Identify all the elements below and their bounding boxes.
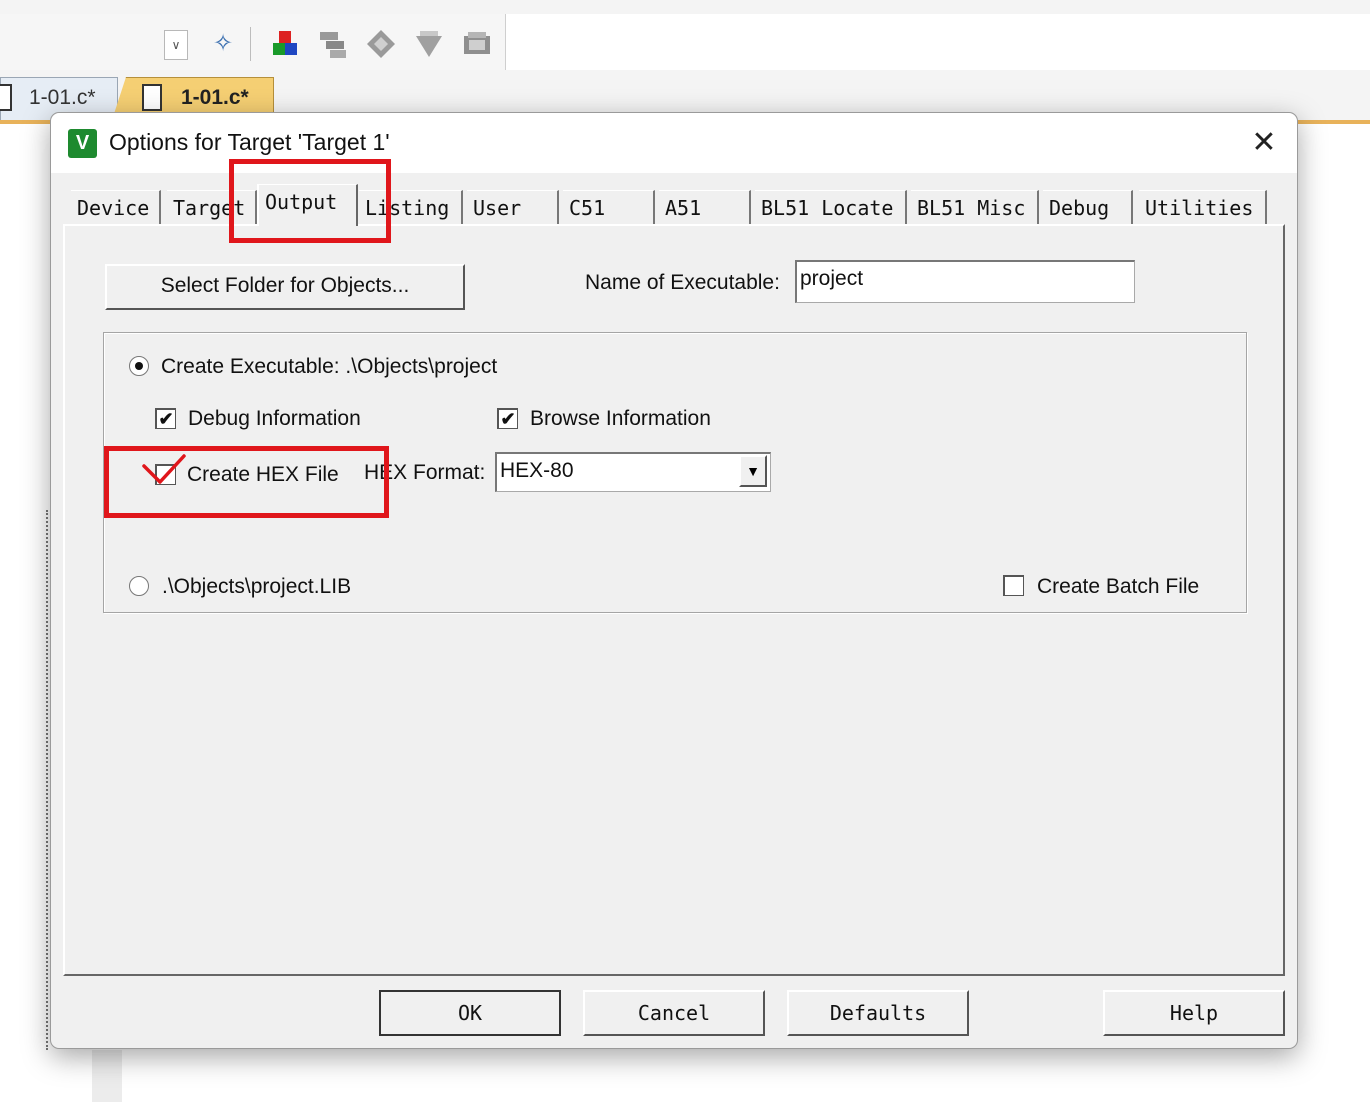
close-button[interactable]: ✕ bbox=[1239, 123, 1289, 163]
browse-information-checkbox[interactable]: ✔ bbox=[497, 408, 518, 429]
tab-a51[interactable]: A51 bbox=[659, 190, 751, 224]
tab-c51[interactable]: C51 bbox=[563, 190, 655, 224]
toolbar-separator bbox=[250, 27, 251, 61]
ok-button[interactable]: OK bbox=[379, 990, 561, 1036]
tab-bl51-misc[interactable]: BL51 Misc bbox=[911, 190, 1039, 224]
file-icon bbox=[0, 84, 12, 111]
radio-selected-dot bbox=[135, 362, 143, 370]
create-library-label: .\Objects\project.LIB bbox=[162, 575, 352, 598]
options-dialog: V Options for Target 'Target 1' ✕ Device… bbox=[50, 112, 1298, 1049]
tab-output[interactable]: Output bbox=[257, 184, 358, 226]
help-button[interactable]: Help bbox=[1103, 990, 1285, 1036]
batch-build-icon[interactable] bbox=[316, 27, 350, 61]
create-batch-file-label: Create Batch File bbox=[1037, 575, 1200, 598]
browse-information-label: Browse Information bbox=[530, 407, 711, 430]
file-icon bbox=[142, 84, 162, 111]
tab-bl51-locate[interactable]: BL51 Locate bbox=[755, 190, 907, 224]
create-executable-label: Create Executable: .\Objects\project bbox=[161, 355, 498, 378]
rebuild-icon[interactable] bbox=[268, 27, 302, 61]
name-of-executable-input[interactable]: project bbox=[795, 260, 1135, 303]
editor-shade bbox=[92, 1050, 122, 1102]
ide-menu-strip bbox=[0, 0, 1370, 15]
wand-icon[interactable]: ✧ bbox=[206, 27, 240, 61]
pack-icon[interactable] bbox=[460, 27, 494, 61]
create-executable-radio[interactable] bbox=[129, 356, 149, 376]
diamond-icon[interactable] bbox=[364, 27, 398, 61]
name-of-executable-label: Name of Executable: bbox=[585, 271, 780, 294]
editor-tab-label: 1-01.c* bbox=[181, 86, 249, 109]
defaults-button[interactable]: Defaults bbox=[787, 990, 969, 1036]
handwritten-checkmark-icon bbox=[142, 454, 186, 484]
ide-toolbar-right bbox=[506, 14, 1370, 70]
toolbar-dropdown[interactable]: ∨ bbox=[164, 30, 188, 60]
download-icon[interactable] bbox=[412, 27, 446, 61]
hex-format-select[interactable]: HEX-80 bbox=[495, 452, 771, 492]
tab-user[interactable]: User bbox=[467, 190, 559, 224]
select-folder-button[interactable]: Select Folder for Objects... bbox=[105, 264, 465, 310]
tab-debug[interactable]: Debug bbox=[1043, 190, 1133, 224]
create-batch-file-checkbox[interactable] bbox=[1003, 575, 1024, 596]
tab-device[interactable]: Device bbox=[71, 190, 161, 224]
debug-information-label: Debug Information bbox=[188, 407, 361, 430]
keil-app-icon: V bbox=[68, 129, 97, 158]
tab-utilities[interactable]: Utilities bbox=[1139, 190, 1267, 224]
cancel-button[interactable]: Cancel bbox=[583, 990, 765, 1036]
debug-information-checkbox[interactable]: ✔ bbox=[155, 408, 176, 429]
editor-tab-label: 1-01.c* bbox=[29, 86, 96, 109]
create-library-radio[interactable] bbox=[129, 576, 149, 596]
hex-format-value: HEX-80 bbox=[500, 459, 574, 482]
dialog-title: Options for Target 'Target 1' bbox=[109, 129, 390, 155]
chevron-down-icon[interactable]: ▼ bbox=[739, 455, 767, 487]
